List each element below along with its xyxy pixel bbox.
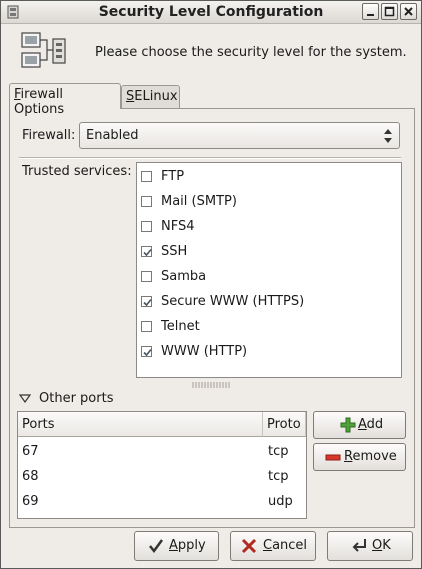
add-port-button[interactable]: Add <box>313 411 406 439</box>
ok-button[interactable]: OK <box>327 531 413 561</box>
add-label: dd <box>366 417 384 432</box>
firewall-value: Enabled <box>86 128 139 143</box>
enter-arrow-icon <box>352 539 366 552</box>
checkbox-checked[interactable] <box>141 346 152 357</box>
checkbox[interactable] <box>141 271 152 282</box>
checkbox-checked[interactable] <box>141 246 152 257</box>
table-cell-proto[interactable]: tcp <box>268 469 289 484</box>
table-cell-port[interactable]: 69 <box>22 494 39 509</box>
pane-resize-grip[interactable] <box>191 382 231 388</box>
service-label: WWW (HTTP) <box>161 344 248 359</box>
service-item-telnet[interactable]: Telnet <box>141 317 391 339</box>
plus-icon <box>340 417 356 433</box>
apply-mnemonic: A <box>169 538 178 553</box>
computer-network-icon <box>21 32 66 68</box>
table-cell-proto[interactable]: tcp <box>268 444 289 459</box>
maximize-button[interactable] <box>381 3 398 20</box>
window-title: Security Level Configuration <box>98 4 324 20</box>
close-icon <box>404 7 413 16</box>
cancel-icon <box>241 538 257 554</box>
minimize-icon <box>367 14 374 16</box>
trusted-services-label: Trusted services: <box>22 164 132 179</box>
tab-selinux[interactable]: SELinux <box>121 85 180 109</box>
checkbox[interactable] <box>141 221 152 232</box>
service-item-samba[interactable]: Samba <box>141 267 391 289</box>
expander-triangle-icon <box>19 394 31 403</box>
service-label: Telnet <box>161 319 200 334</box>
checkmark-icon <box>143 298 152 307</box>
apply-label: pply <box>177 538 206 553</box>
tab-label: irewall Options <box>14 87 65 117</box>
column-header-proto[interactable]: Proto <box>263 412 306 437</box>
tab-label: ELinux <box>134 89 178 104</box>
checkmark-icon <box>143 248 152 257</box>
ok-mnemonic: O <box>372 538 383 553</box>
close-button[interactable] <box>400 3 417 20</box>
updown-arrows-icon <box>384 129 392 143</box>
header-description: Please choose the security level for the… <box>95 45 407 60</box>
checkmark-icon <box>143 348 152 357</box>
checkbox[interactable] <box>141 171 152 182</box>
service-label: Mail (SMTP) <box>161 194 237 209</box>
trusted-services-list[interactable]: FTP Mail (SMTP) NFS4 SSH Samba Secure WW… <box>136 162 402 378</box>
service-label: NFS4 <box>161 219 195 234</box>
checkbox-checked[interactable] <box>141 296 152 307</box>
service-item-smtp[interactable]: Mail (SMTP) <box>141 192 391 214</box>
column-header-ports[interactable]: Ports <box>18 412 263 437</box>
add-mnemonic: A <box>358 417 367 432</box>
minus-icon <box>325 454 341 461</box>
service-item-https[interactable]: Secure WWW (HTTPS) <box>141 292 391 314</box>
checkmark-icon <box>149 539 164 554</box>
remove-label: emove <box>352 449 397 464</box>
minimize-button[interactable] <box>362 3 379 20</box>
service-label: SSH <box>161 244 188 259</box>
service-item-http[interactable]: WWW (HTTP) <box>141 342 391 364</box>
maximize-icon <box>384 6 395 17</box>
checkbox[interactable] <box>141 321 152 332</box>
cancel-button[interactable]: Cancel <box>230 531 316 561</box>
tab-firewall-options[interactable]: Firewall Options <box>9 83 121 117</box>
table-cell-port[interactable]: 67 <box>22 444 39 459</box>
service-label: FTP <box>161 169 185 184</box>
other-ports-label: Other ports <box>39 391 114 406</box>
ports-table[interactable]: Ports Proto 67 tcp 68 tcp 69 udp <box>17 411 307 519</box>
firewall-label: Firewall: <box>22 128 76 143</box>
cancel-label: ancel <box>272 538 308 553</box>
service-item-ftp[interactable]: FTP <box>141 167 391 189</box>
title-bar[interactable]: Security Level Configuration <box>1 1 421 24</box>
remove-port-button[interactable]: Remove <box>313 443 406 471</box>
security-level-window: Security Level Configuration Please choo… <box>0 0 422 569</box>
firewall-select[interactable]: Enabled <box>79 122 400 149</box>
checkbox[interactable] <box>141 196 152 207</box>
table-cell-port[interactable]: 68 <box>22 469 39 484</box>
ok-label: K <box>382 538 391 553</box>
service-item-nfs4[interactable]: NFS4 <box>141 217 391 239</box>
service-item-ssh[interactable]: SSH <box>141 242 391 264</box>
apply-button[interactable]: Apply <box>134 531 219 561</box>
table-cell-proto[interactable]: udp <box>268 494 293 509</box>
cancel-mnemonic: C <box>263 538 273 553</box>
service-label: Samba <box>161 269 207 284</box>
separator <box>19 157 401 159</box>
service-label: Secure WWW (HTTPS) <box>161 294 305 309</box>
